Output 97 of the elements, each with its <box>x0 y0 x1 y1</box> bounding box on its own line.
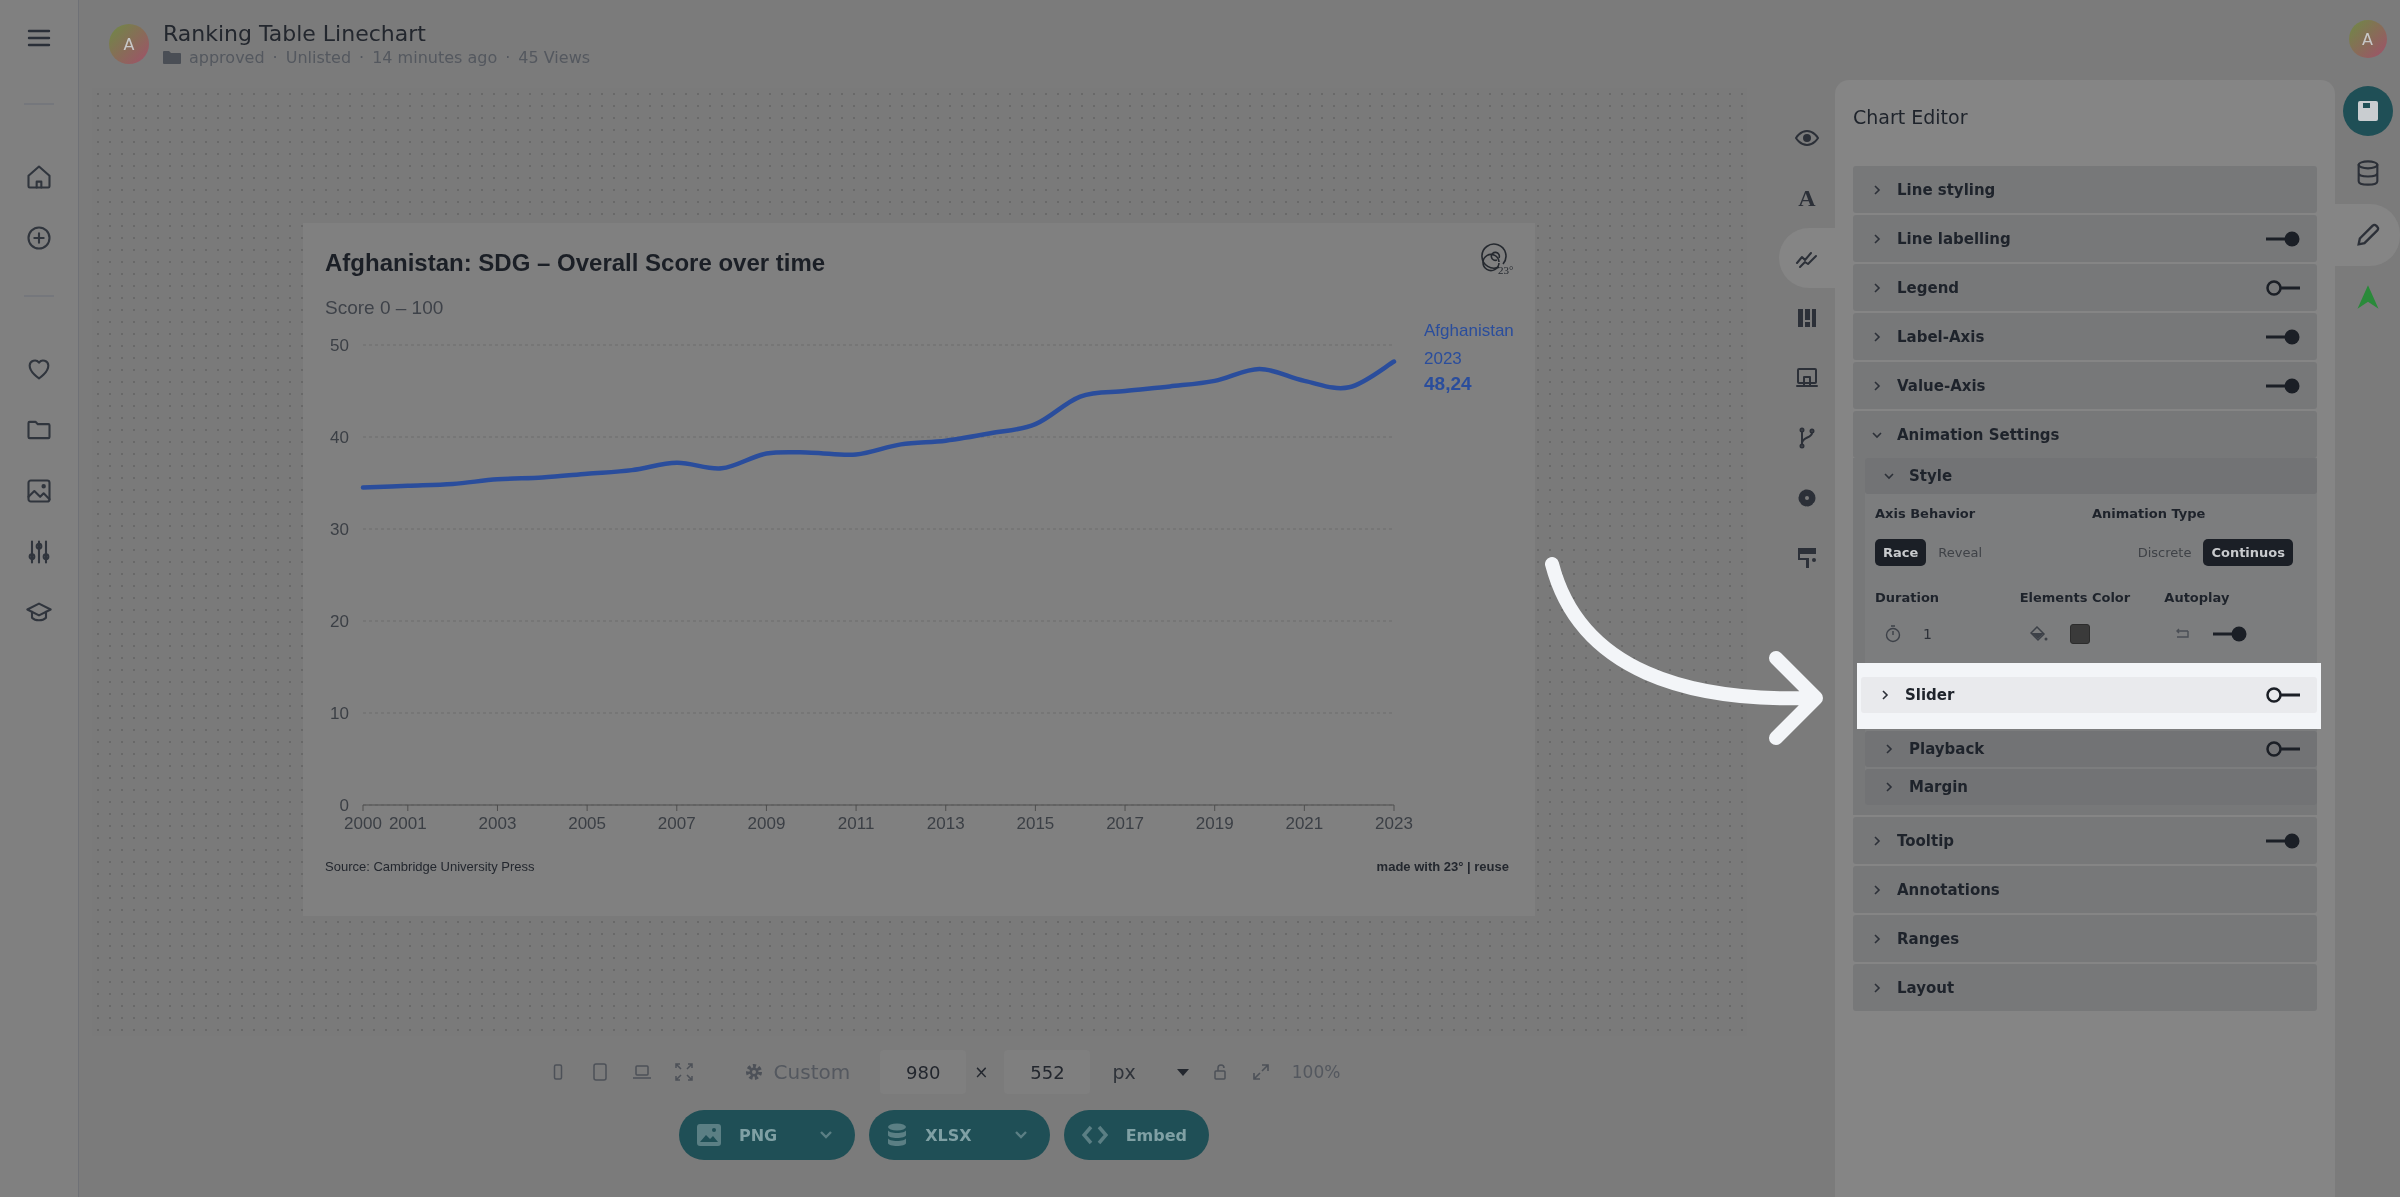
unit-select[interactable]: px <box>1112 1061 1136 1083</box>
database-icon <box>887 1123 908 1147</box>
text-tool[interactable]: A <box>1798 184 1816 212</box>
series-label: Afghanistan <box>1424 320 1514 340</box>
axis-label: 50 <box>330 336 349 355</box>
section-header[interactable]: Value-Axis <box>1853 362 2317 409</box>
credit-link[interactable]: made with 23° | reuse <box>1376 859 1509 874</box>
toggle-switch[interactable] <box>2265 229 2301 248</box>
field-label: Elements Color <box>2019 590 2132 605</box>
axis-label: 2019 <box>1195 814 1234 833</box>
section-header[interactable]: Label-Axis <box>1853 313 2317 360</box>
section-header[interactable]: Style <box>1865 458 2317 494</box>
section-header[interactable]: Tooltip <box>1853 817 2317 864</box>
source-note: Source: Cambridge University Press <box>325 859 535 874</box>
duration-value[interactable]: 1 <box>1923 626 1932 642</box>
toggle-switch[interactable] <box>2212 625 2249 643</box>
series-value: 48,24 <box>1424 372 1472 394</box>
toggle-switch[interactable] <box>2265 831 2301 850</box>
paint-bucket-icon <box>2029 626 2048 642</box>
export-button[interactable]: XLSX <box>869 1110 1050 1160</box>
section-header[interactable]: Margin <box>1865 769 2317 805</box>
height-field[interactable]: 552 <box>1004 1050 1091 1094</box>
chevron-icon[interactable] <box>1013 1130 1028 1140</box>
toggle-switch[interactable] <box>2265 327 2301 346</box>
axis-label: 2001 <box>388 814 427 833</box>
field-label: Duration <box>1875 590 1941 605</box>
times-sign: × <box>974 1062 989 1082</box>
menu-icon[interactable] <box>27 28 51 48</box>
image-icon <box>697 1124 721 1146</box>
axis-label: 2017 <box>1106 814 1144 833</box>
section-header[interactable]: Animation Settings <box>1853 411 2317 458</box>
segment-option[interactable]: Discrete <box>2129 539 2200 566</box>
axis-label: 2013 <box>926 814 965 833</box>
folder-icon <box>163 50 181 65</box>
layout-icon[interactable] <box>1795 306 1819 330</box>
stopwatch-icon <box>1885 625 1901 643</box>
axis-label: 2021 <box>1285 814 1324 833</box>
section-header[interactable]: Ranges <box>1853 915 2317 962</box>
user-avatar[interactable]: A <box>2348 20 2387 58</box>
save-button[interactable] <box>2342 86 2393 136</box>
section-header[interactable]: Annotations <box>1853 866 2317 913</box>
document-title: Ranking Table Linechart <box>163 21 427 46</box>
axis-label: 2011 <box>837 814 875 833</box>
axis-label: 30 <box>330 520 349 539</box>
tool-tab[interactable] <box>2335 204 2400 266</box>
axis-label: 2009 <box>747 814 786 833</box>
export-button[interactable]: Embed <box>1063 1110 1209 1160</box>
segment-option[interactable]: Race <box>1875 539 1927 566</box>
user-avatar: A <box>109 24 149 64</box>
brand-logo: 23° <box>1481 243 1515 275</box>
chevron-icon[interactable] <box>819 1130 834 1140</box>
section-header[interactable]: Layout <box>1853 964 2317 1011</box>
axis-label: 20 <box>330 612 349 631</box>
axis-label: 0 <box>339 796 349 815</box>
axis-label: 2000 <box>344 814 382 833</box>
section-header[interactable]: Slider <box>1861 677 2317 713</box>
toggle-switch[interactable] <box>2265 376 2301 395</box>
section-header[interactable]: Playback <box>1865 731 2317 767</box>
home-icon[interactable] <box>25 163 53 191</box>
separator-dot: · <box>505 48 511 67</box>
separator-dot: · <box>272 48 278 67</box>
fullscreen-icon[interactable] <box>673 1062 694 1082</box>
export-button[interactable]: PNG <box>679 1110 856 1160</box>
resize-icon[interactable] <box>1251 1063 1270 1081</box>
toggle-switch[interactable] <box>2265 686 2301 704</box>
series-year: 2023 <box>1424 348 1462 368</box>
field-label: Animation Type <box>2092 506 2207 521</box>
axis-label: 10 <box>330 704 349 723</box>
field-label: Autoplay <box>2164 590 2231 605</box>
add-icon[interactable] <box>25 224 53 252</box>
chart-title: Afghanistan: SDG – Overall Score over time <box>325 249 826 277</box>
chart-subtitle: Score 0 – 100 <box>324 296 445 319</box>
section-header[interactable]: Legend <box>1853 264 2317 311</box>
width-field[interactable]: 980 <box>880 1050 967 1094</box>
image-icon[interactable] <box>25 477 53 505</box>
section-header[interactable]: Line labelling <box>1853 215 2317 262</box>
segment-option[interactable]: Reveal <box>1930 539 1991 566</box>
axis-label: 2005 <box>568 814 607 833</box>
toggle-switch[interactable] <box>2265 278 2301 297</box>
separator-dot: · <box>359 48 365 67</box>
axis-label: 2003 <box>478 814 517 833</box>
panel-title: Chart Editor <box>1853 106 1969 128</box>
paint-icon[interactable] <box>1795 546 1819 570</box>
loop-icon <box>2174 628 2191 640</box>
axis-label: 2023 <box>1375 814 1413 833</box>
section-header[interactable]: Line styling <box>1853 166 2317 213</box>
segment-option[interactable]: Continuos <box>2203 539 2293 566</box>
caret-icon[interactable] <box>1175 1067 1190 1077</box>
floppy-icon <box>2356 100 2379 122</box>
color-swatch[interactable] <box>2069 624 2090 644</box>
axis-label: 2007 <box>657 814 696 833</box>
axis-label: 40 <box>330 428 349 447</box>
axis-label: 2015 <box>1016 814 1055 833</box>
toggle-switch[interactable] <box>2265 740 2301 758</box>
code-icon <box>1081 1124 1108 1146</box>
screen-icon[interactable] <box>1795 366 1819 390</box>
field-label: Axis Behavior <box>1875 506 1977 521</box>
